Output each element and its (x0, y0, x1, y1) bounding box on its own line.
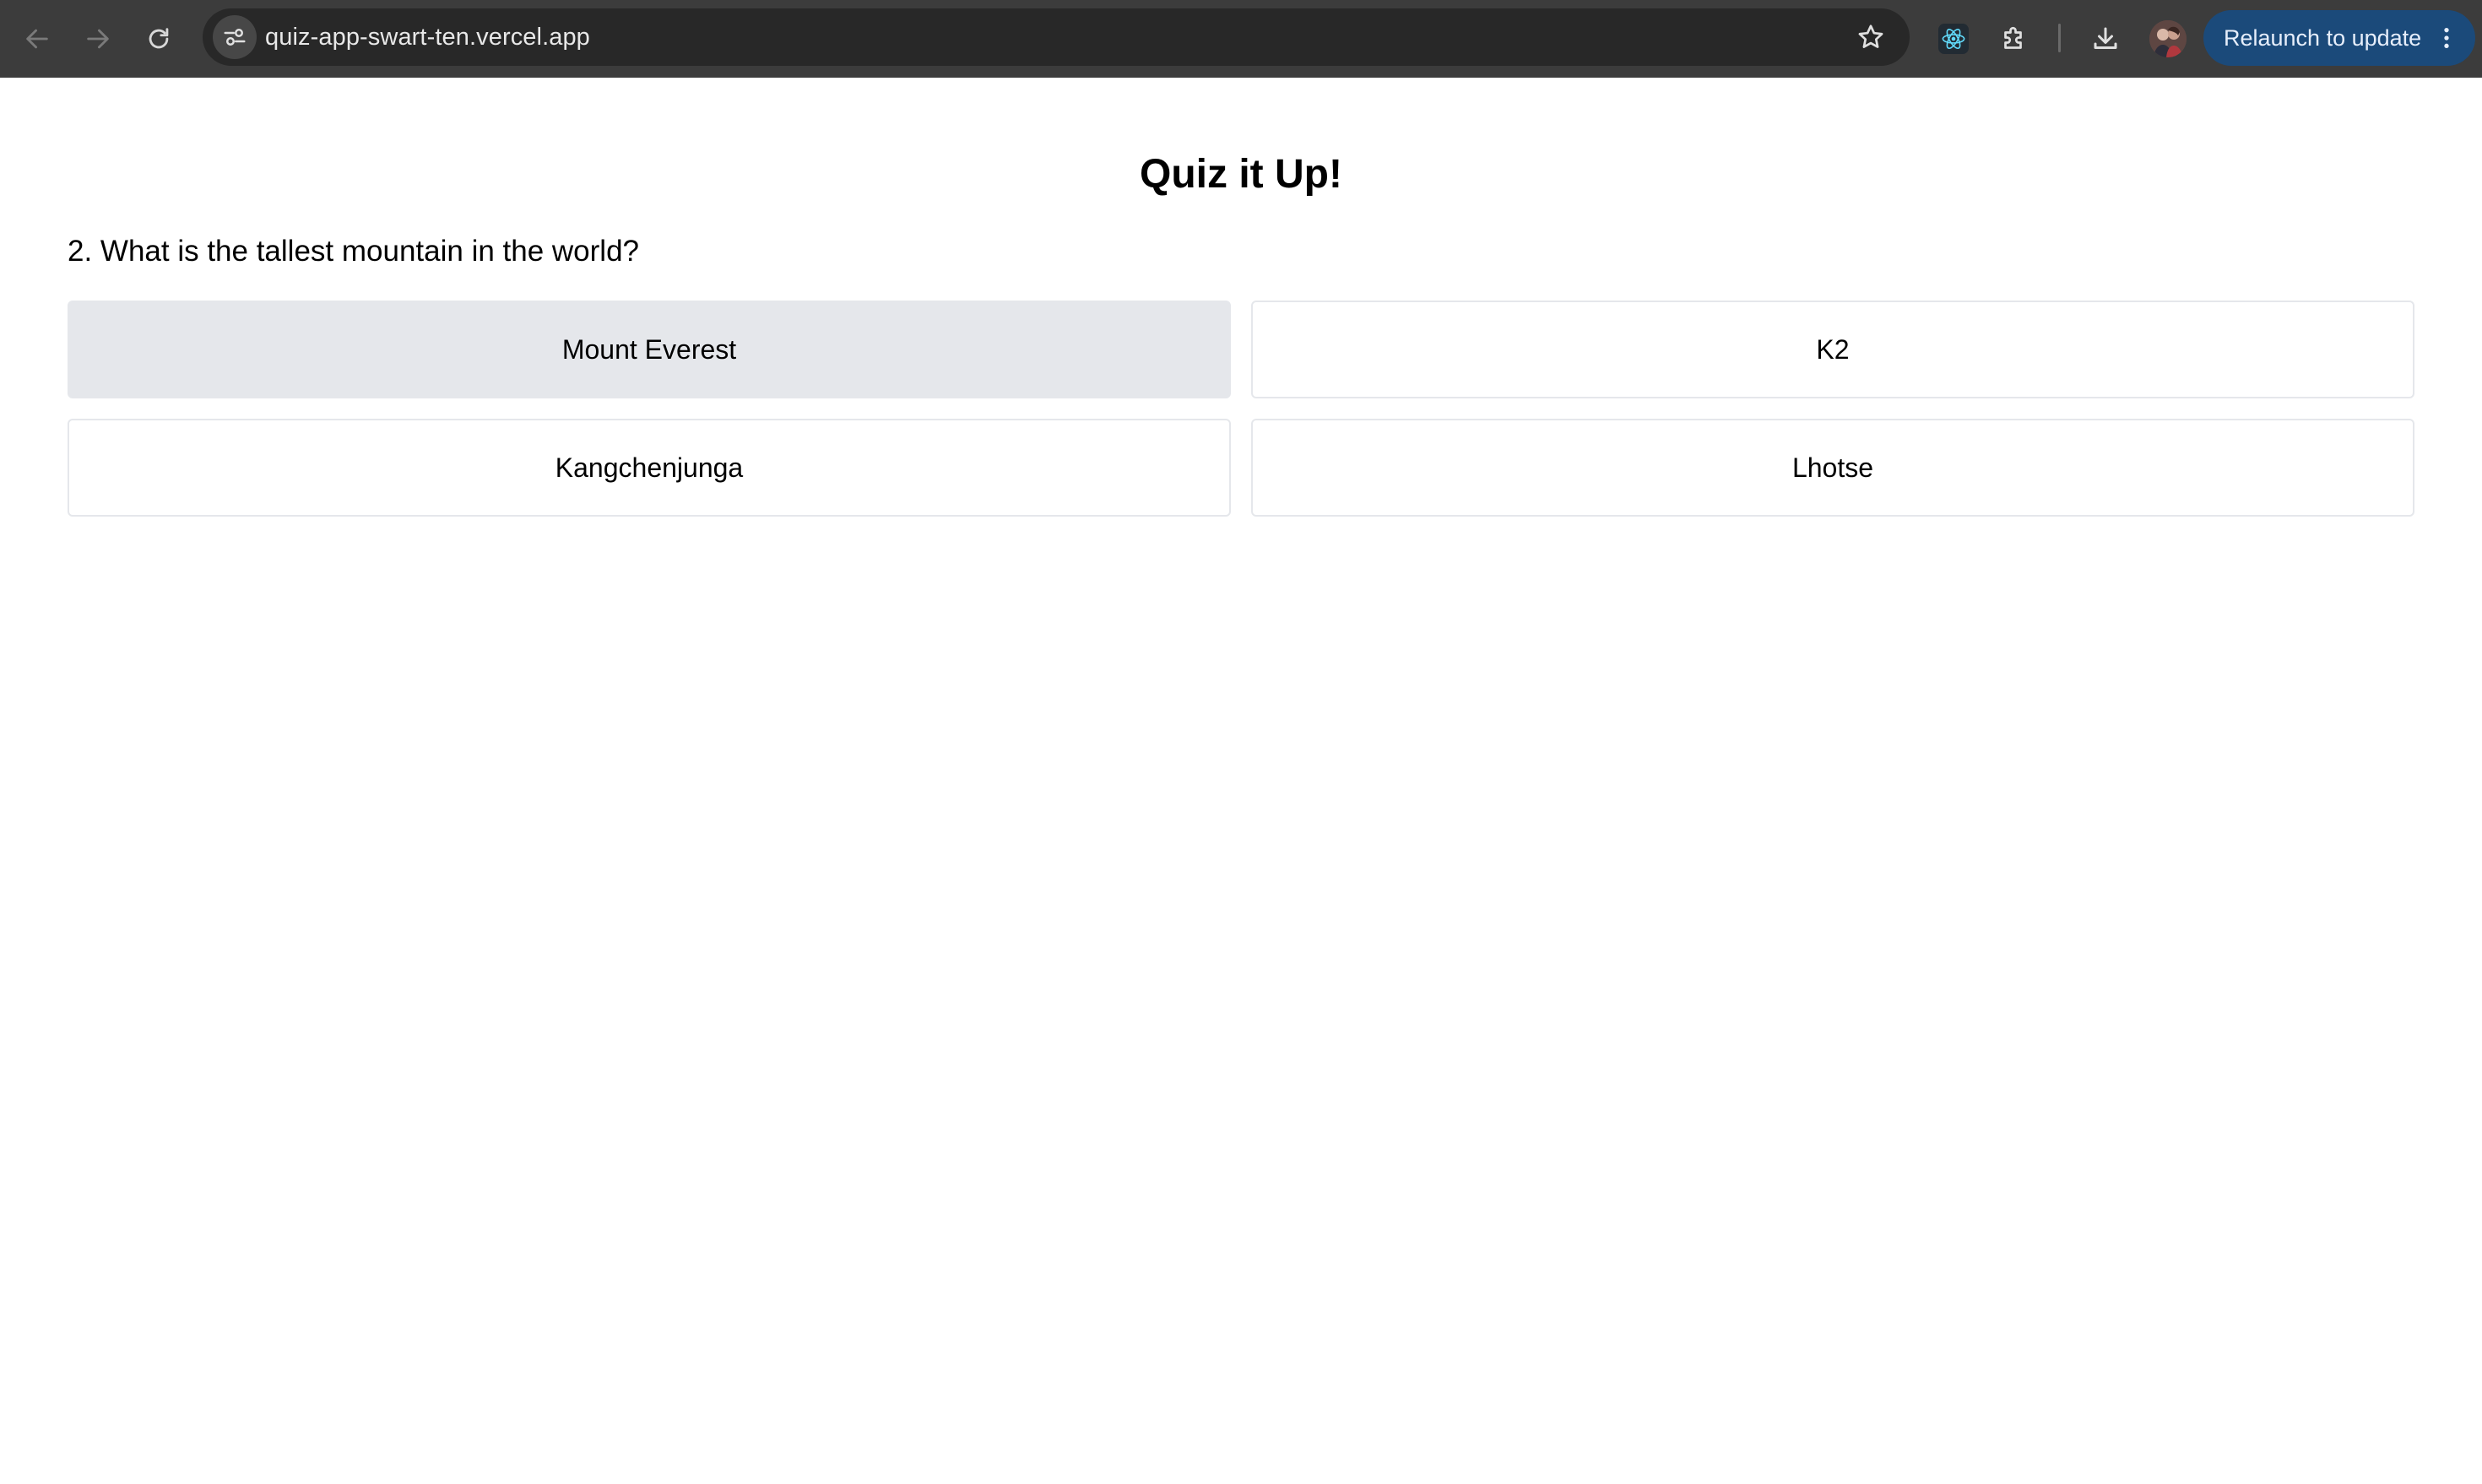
extensions-button[interactable] (1994, 19, 2035, 59)
answer-option-kangchenjunga[interactable]: Kangchenjunga (68, 419, 1231, 517)
site-info-button[interactable] (213, 15, 257, 59)
browser-toolbar: quiz-app-swart-ten.vercel.app Relaunch t… (0, 0, 2482, 78)
address-bar[interactable]: quiz-app-swart-ten.vercel.app (203, 8, 1910, 66)
kebab-icon[interactable] (2433, 24, 2460, 51)
back-button[interactable] (17, 19, 57, 59)
url-text[interactable]: quiz-app-swart-ten.vercel.app (265, 8, 590, 66)
download-icon (2094, 27, 2117, 49)
question-text: 2. What is the tallest mountain in the w… (68, 235, 640, 268)
relaunch-button[interactable]: Relaunch to update (2203, 10, 2475, 66)
tune-icon (224, 29, 246, 46)
avatar-icon (2149, 20, 2187, 57)
react-devtools-button[interactable] (1933, 19, 1974, 59)
star-icon[interactable] (1856, 22, 1886, 52)
answer-option-k2[interactable]: K2 (1251, 301, 2414, 398)
page-title: Quiz it Up! (1140, 152, 1342, 197)
profile-avatar[interactable] (2149, 20, 2187, 57)
answer-option-lhotse[interactable]: Lhotse (1251, 419, 2414, 517)
arrow-left-icon (26, 29, 48, 49)
toolbar-divider (2058, 24, 2061, 52)
relaunch-label: Relaunch to update (2224, 25, 2422, 51)
reload-button[interactable] (138, 19, 179, 59)
forward-button[interactable] (78, 19, 118, 59)
downloads-button[interactable] (2085, 19, 2126, 59)
answer-option-mount-everest[interactable]: Mount Everest (68, 301, 1231, 398)
react-icon (1938, 24, 1969, 54)
puzzle-icon (2004, 26, 2022, 49)
reload-icon (149, 28, 169, 49)
answer-options: Mount Everest K2 Kangchenjunga Lhotse (68, 301, 2414, 517)
arrow-right-icon (87, 29, 109, 49)
page-content: Quiz it Up! 2. What is the tallest mount… (0, 78, 2482, 1484)
